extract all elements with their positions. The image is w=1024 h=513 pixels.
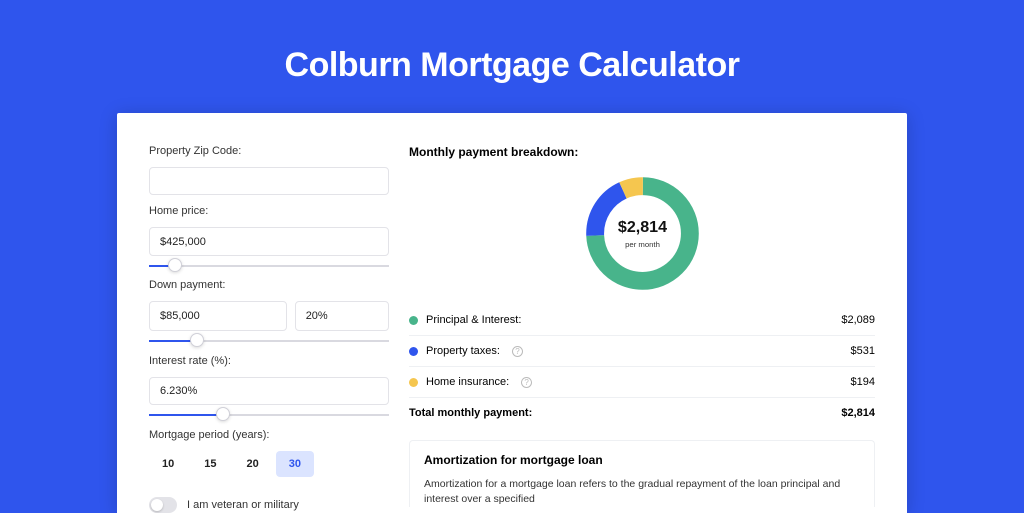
calculator-card: Property Zip Code: Home price: Down paym… bbox=[117, 113, 907, 513]
rate-input[interactable] bbox=[149, 377, 389, 405]
breakdown-row: Property taxes:? $531 bbox=[409, 335, 875, 366]
breakdown-row: Home insurance:? $194 bbox=[409, 366, 875, 397]
breakdown-item-value: $194 bbox=[851, 376, 875, 388]
period-buttons: 10152030 bbox=[149, 451, 389, 477]
donut-chart: $2,814 per month bbox=[409, 165, 875, 314]
breakdown-item-label: Principal & Interest: bbox=[426, 314, 521, 326]
home-price-slider[interactable] bbox=[149, 262, 389, 270]
breakdown-item-value: $2,089 bbox=[841, 314, 875, 326]
zip-input[interactable] bbox=[149, 167, 389, 195]
breakdown-item-label: Home insurance: bbox=[426, 376, 509, 388]
breakdown-item-value: $531 bbox=[851, 345, 875, 357]
amortization-card: Amortization for mortgage loan Amortizat… bbox=[409, 440, 875, 507]
rate-label: Interest rate (%): bbox=[149, 355, 389, 367]
down-payment-input[interactable] bbox=[149, 301, 287, 331]
breakdown-item-label: Property taxes: bbox=[426, 345, 500, 357]
breakdown-row: Principal & Interest: $2,089 bbox=[409, 314, 875, 335]
donut-center-value: $2,814 bbox=[617, 218, 666, 236]
legend-dot-icon bbox=[409, 347, 418, 356]
period-button-30[interactable]: 30 bbox=[276, 451, 314, 477]
breakdown-panel: Monthly payment breakdown: $2,814 per mo… bbox=[409, 145, 875, 513]
page-title: Colburn Mortgage Calculator bbox=[0, 0, 1024, 113]
zip-label: Property Zip Code: bbox=[149, 145, 389, 157]
down-payment-pct-input[interactable] bbox=[295, 301, 389, 331]
down-payment-slider[interactable] bbox=[149, 337, 389, 345]
rate-slider[interactable] bbox=[149, 411, 389, 419]
breakdown-title: Monthly payment breakdown: bbox=[409, 145, 875, 159]
total-label: Total monthly payment: bbox=[409, 407, 532, 419]
home-price-input[interactable] bbox=[149, 227, 389, 255]
period-button-10[interactable]: 10 bbox=[149, 451, 187, 477]
period-button-20[interactable]: 20 bbox=[234, 451, 272, 477]
legend-dot-icon bbox=[409, 316, 418, 325]
down-payment-label: Down payment: bbox=[149, 279, 389, 291]
info-icon[interactable]: ? bbox=[521, 377, 532, 388]
legend-dot-icon bbox=[409, 378, 418, 387]
form-panel: Property Zip Code: Home price: Down paym… bbox=[149, 145, 389, 513]
amortization-body: Amortization for a mortgage loan refers … bbox=[424, 477, 860, 507]
period-label: Mortgage period (years): bbox=[149, 429, 389, 441]
period-button-15[interactable]: 15 bbox=[191, 451, 229, 477]
veteran-label: I am veteran or military bbox=[187, 499, 299, 511]
breakdown-total-row: Total monthly payment: $2,814 bbox=[409, 397, 875, 428]
donut-center-sub: per month bbox=[625, 240, 660, 249]
amortization-heading: Amortization for mortgage loan bbox=[424, 453, 860, 467]
donut-svg: $2,814 per month bbox=[580, 171, 705, 296]
info-icon[interactable]: ? bbox=[512, 346, 523, 357]
total-value: $2,814 bbox=[841, 407, 875, 419]
veteran-toggle[interactable] bbox=[149, 497, 177, 513]
breakdown-rows: Principal & Interest: $2,089 Property taxe… bbox=[409, 314, 875, 428]
home-price-label: Home price: bbox=[149, 205, 389, 217]
